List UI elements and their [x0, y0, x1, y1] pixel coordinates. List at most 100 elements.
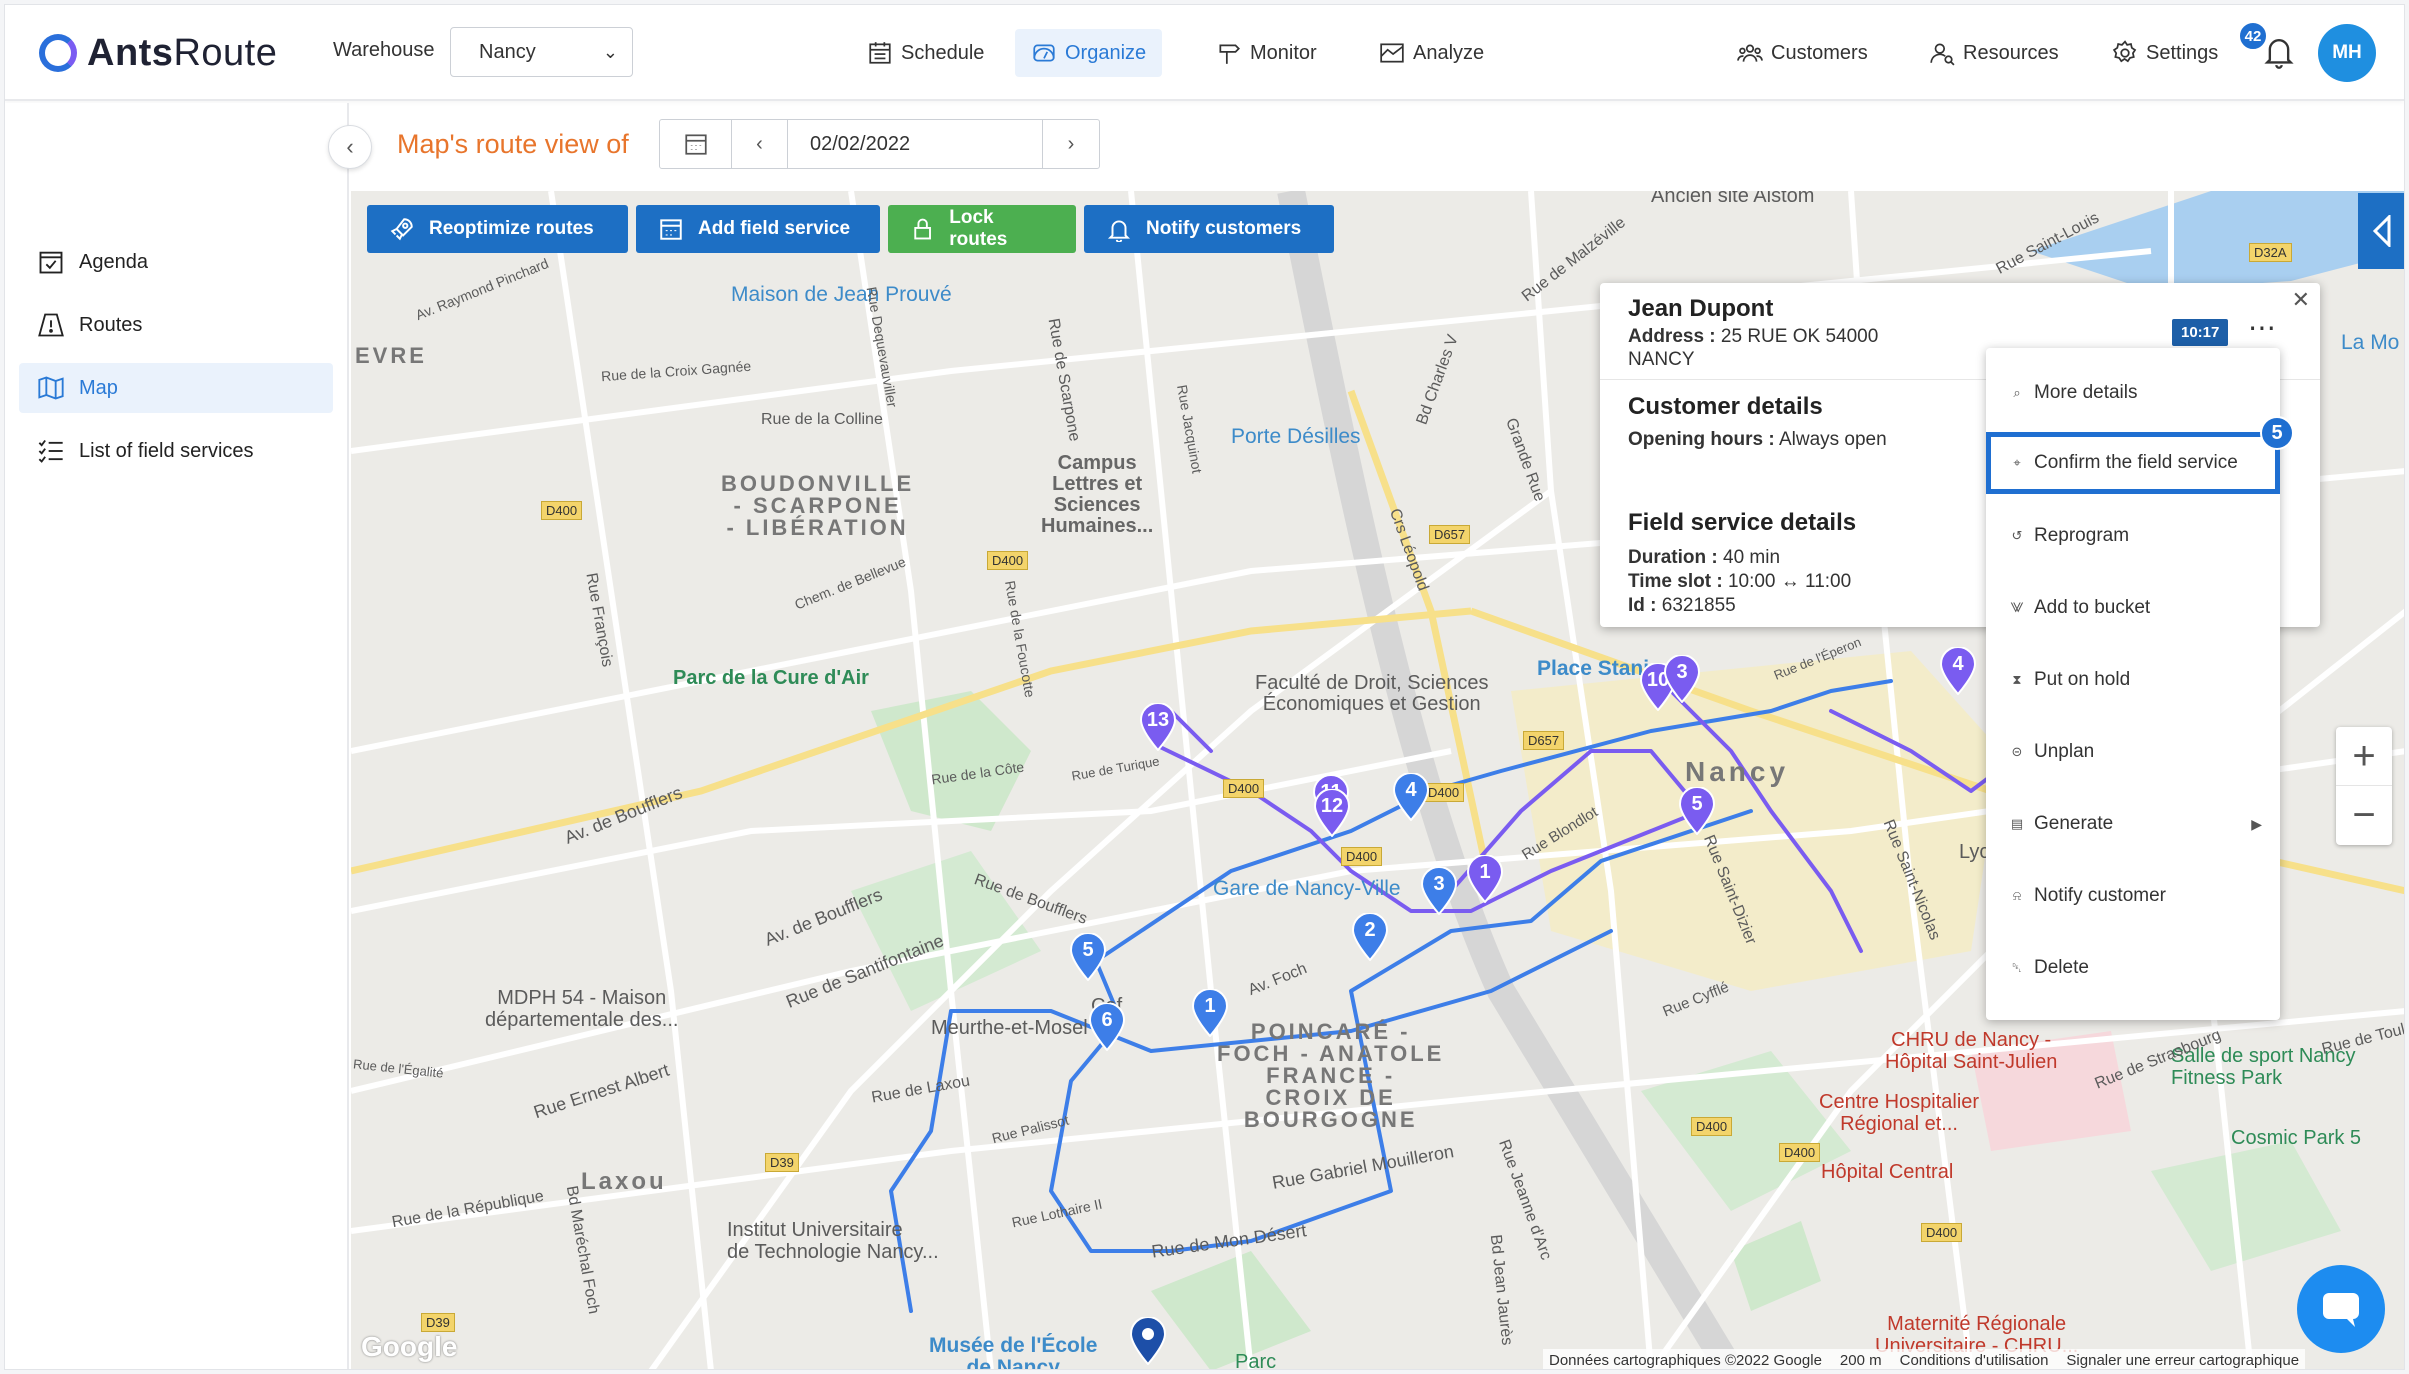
chat-support-button[interactable]	[2297, 1265, 2385, 1353]
road-number-tag: D400	[1341, 847, 1383, 866]
route-stop-pin[interactable]: 12	[1313, 788, 1351, 838]
menu-item-put-on-hold[interactable]: ⧗ Put on hold	[1986, 649, 2280, 711]
route-stop-pin[interactable]: 1	[1191, 988, 1229, 1038]
checklist-icon	[38, 439, 63, 463]
map-data-credit: Données cartographiques ©2022 Google	[1549, 1351, 1822, 1369]
top-bar: AntsRoute Warehouse Nancy ⌄ Schedule Org…	[5, 5, 2404, 101]
route-stop-pin[interactable]: 5	[1069, 932, 1107, 982]
map-attribution: Données cartographiques ©2022 Google 200…	[1543, 1349, 2306, 1369]
customers-icon	[1737, 44, 1763, 62]
minus-circle-icon: ⊝	[2011, 744, 2023, 759]
route-stop-pin[interactable]: 4	[1392, 772, 1430, 822]
route-stop-pin[interactable]: 6	[1088, 1002, 1126, 1052]
notify-customers-button[interactable]: Notify customers	[1084, 205, 1334, 253]
menu-item-notify-customer[interactable]: ⍾ Notify customer	[1986, 865, 2280, 927]
map-district-label: Laxou	[581, 1168, 667, 1195]
warehouse-select[interactable]: Nancy ⌄	[450, 27, 633, 77]
map-scale: 200 m	[1839, 1351, 1882, 1369]
service-id-row: Id : 6321855	[1628, 595, 1736, 616]
document-icon: ▤	[2010, 816, 2024, 831]
nav-schedule[interactable]: Schedule	[851, 29, 1000, 77]
sidebar-item-routes[interactable]: Routes	[19, 300, 333, 350]
pin-icon: ⌖	[2013, 455, 2021, 470]
more-options-button[interactable]: ⋯	[2248, 311, 2277, 344]
nav-resources[interactable]: Resources	[1913, 29, 2075, 77]
expand-panel-tab[interactable]	[2358, 193, 2404, 269]
calendar-button[interactable]	[660, 120, 732, 168]
nav-analyze[interactable]: Analyze	[1363, 29, 1500, 77]
terms-link[interactable]: Conditions d'utilisation	[1900, 1352, 2049, 1369]
map-poi-label: La Mo	[2341, 331, 2400, 354]
map-city-label: Nancy	[1685, 756, 1790, 787]
route-stop-pin[interactable]: 1	[1466, 854, 1504, 904]
menu-item-delete[interactable]: ␡ Delete	[1986, 937, 2280, 999]
arrival-time-badge: 10:17	[2172, 319, 2229, 346]
sidebar-item-agenda[interactable]: Agenda	[19, 237, 333, 287]
report-error-link[interactable]: Signaler une erreur cartographique	[2066, 1352, 2299, 1369]
nav-monitor[interactable]: Monitor	[1200, 29, 1333, 77]
road-number-tag: D39	[765, 1153, 799, 1172]
nav-resources-label: Resources	[1963, 41, 2059, 64]
pin-number: 12	[1320, 795, 1344, 817]
map-poi-label: Gare de Nancy-Ville	[1213, 877, 1401, 900]
date-input[interactable]: 02/02/2022	[788, 120, 1043, 168]
route-stop-pin[interactable]: 2	[1351, 912, 1389, 962]
caret-right-icon: ▶	[2251, 815, 2262, 832]
depot-pin[interactable]	[1129, 1316, 1167, 1366]
route-stop-pin[interactable]: 13	[1139, 702, 1177, 752]
road-number-tag: D657	[1523, 731, 1565, 750]
logo-mark-icon	[39, 34, 77, 72]
nav-organize[interactable]: Organize	[1015, 29, 1163, 77]
menu-item-generate[interactable]: ▤ Generate ▶	[1986, 793, 2280, 855]
collapse-sidebar-button[interactable]: ‹	[328, 125, 372, 169]
menu-item-unplan[interactable]: ⊝ Unplan	[1986, 721, 2280, 783]
sidebar-item-map[interactable]: Map	[19, 363, 333, 413]
road-number-tag: D32A	[2249, 243, 2292, 262]
bell-icon	[1107, 220, 1131, 242]
road-number-tag: D657	[1429, 525, 1471, 544]
chevron-down-icon: ⌄	[602, 42, 618, 62]
reoptimize-routes-label: Reoptimize routes	[429, 218, 594, 239]
bell-icon[interactable]	[2263, 35, 2295, 69]
warehouse-label: Warehouse	[333, 39, 435, 61]
lock-routes-button[interactable]: Lock routes	[888, 205, 1076, 253]
route-stop-pin[interactable]: 4	[1939, 646, 1977, 696]
sidebar-item-list-field-services[interactable]: List of field services	[19, 426, 333, 476]
close-icon[interactable]: ✕	[2292, 287, 2310, 313]
route-stop-pin[interactable]: 5	[1678, 786, 1716, 836]
menu-item-reprogram[interactable]: ↺ Reprogram	[1986, 505, 2280, 567]
sidebar-item-label: Map	[79, 376, 118, 399]
menu-item-more-details[interactable]: ⌕ More details	[1986, 362, 2280, 424]
gear-icon	[2112, 40, 2137, 63]
field-service-details-heading: Field service details	[1628, 509, 1857, 536]
organize-dashboard-icon	[1033, 44, 1055, 62]
route-stop-pin[interactable]: 3	[1663, 654, 1701, 704]
chevron-left-icon: ‹	[756, 132, 763, 155]
antsroute-logo[interactable]: AntsRoute	[39, 29, 277, 77]
nav-monitor-label: Monitor	[1250, 41, 1317, 64]
add-field-service-button[interactable]: Add field service	[636, 205, 880, 253]
previous-date-button[interactable]: ‹	[732, 120, 788, 168]
map-district-label: POINCARÉ - FOCH - ANATOLE FRANCE - CROIX…	[1217, 1019, 1445, 1132]
sidebar-item-label: Agenda	[79, 250, 148, 273]
zoom-in-button[interactable]: +	[2336, 727, 2392, 786]
map-poi-label: Faculté de Droit, Sciences Économiques e…	[1255, 672, 1489, 715]
route-warning-icon	[38, 313, 64, 337]
road-number-tag: D400	[987, 551, 1029, 570]
nav-settings[interactable]: Settings	[2096, 29, 2234, 77]
user-avatar[interactable]: MH	[2318, 24, 2376, 82]
reoptimize-routes-button[interactable]: Reoptimize routes	[367, 205, 628, 253]
zoom-out-button[interactable]: −	[2336, 786, 2392, 845]
warehouse-value: Nancy	[479, 40, 536, 63]
notification-count-badge: 42	[2238, 21, 2268, 51]
menu-item-add-to-bucket[interactable]: ⨈ Add to bucket	[1986, 577, 2280, 639]
calendar-icon	[869, 42, 891, 64]
next-date-button[interactable]: ›	[1043, 120, 1099, 168]
pin-number: 13	[1146, 709, 1170, 731]
route-stop-pin[interactable]: 3	[1420, 866, 1458, 916]
chevron-left-icon: ‹	[346, 134, 354, 159]
menu-item-confirm-field-service[interactable]: ⌖ Confirm the field service	[1986, 432, 2280, 494]
date-picker: ‹ 02/02/2022 ›	[659, 119, 1100, 169]
calendar-add-icon	[660, 219, 682, 240]
nav-customers[interactable]: Customers	[1721, 29, 1884, 77]
